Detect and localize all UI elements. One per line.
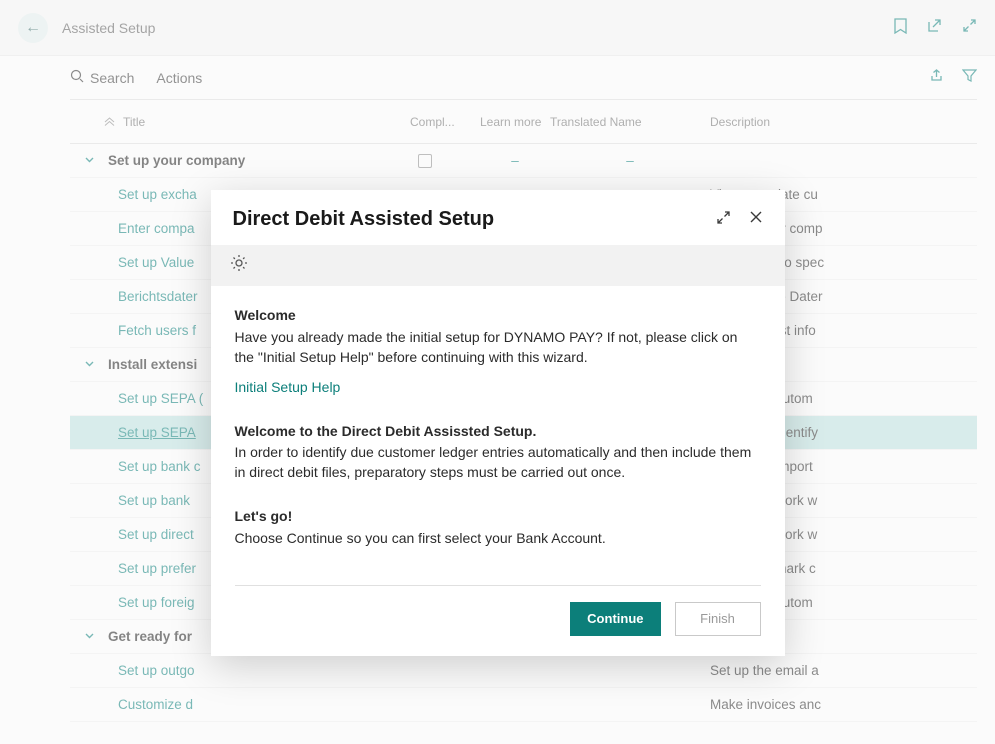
go-title: Let's go!	[235, 507, 761, 527]
initial-setup-help-link[interactable]: Initial Setup Help	[235, 378, 341, 398]
close-icon[interactable]	[749, 210, 763, 229]
intro-title: Welcome to the Direct Debit Assissted Se…	[235, 422, 761, 442]
modal-title: Direct Debit Assisted Setup	[233, 208, 495, 231]
go-text: Choose Continue so you can first select …	[235, 529, 761, 549]
modal-header: Direct Debit Assisted Setup	[211, 190, 785, 245]
modal-body: Welcome Have you already made the initia…	[211, 286, 785, 567]
welcome-title: Welcome	[235, 306, 761, 326]
continue-button[interactable]: Continue	[570, 602, 660, 636]
modal-expand-icon[interactable]	[716, 210, 731, 229]
modal-overlay: Direct Debit Assisted Setup Welcome Have…	[0, 0, 995, 744]
modal-toolbar	[211, 245, 785, 286]
gear-icon[interactable]	[229, 257, 249, 277]
intro-text: In order to identify due customer ledger…	[235, 443, 761, 483]
finish-button: Finish	[675, 602, 761, 636]
welcome-text: Have you already made the initial setup …	[235, 328, 761, 368]
assisted-setup-modal: Direct Debit Assisted Setup Welcome Have…	[211, 190, 785, 656]
modal-footer: Continue Finish	[211, 586, 785, 656]
